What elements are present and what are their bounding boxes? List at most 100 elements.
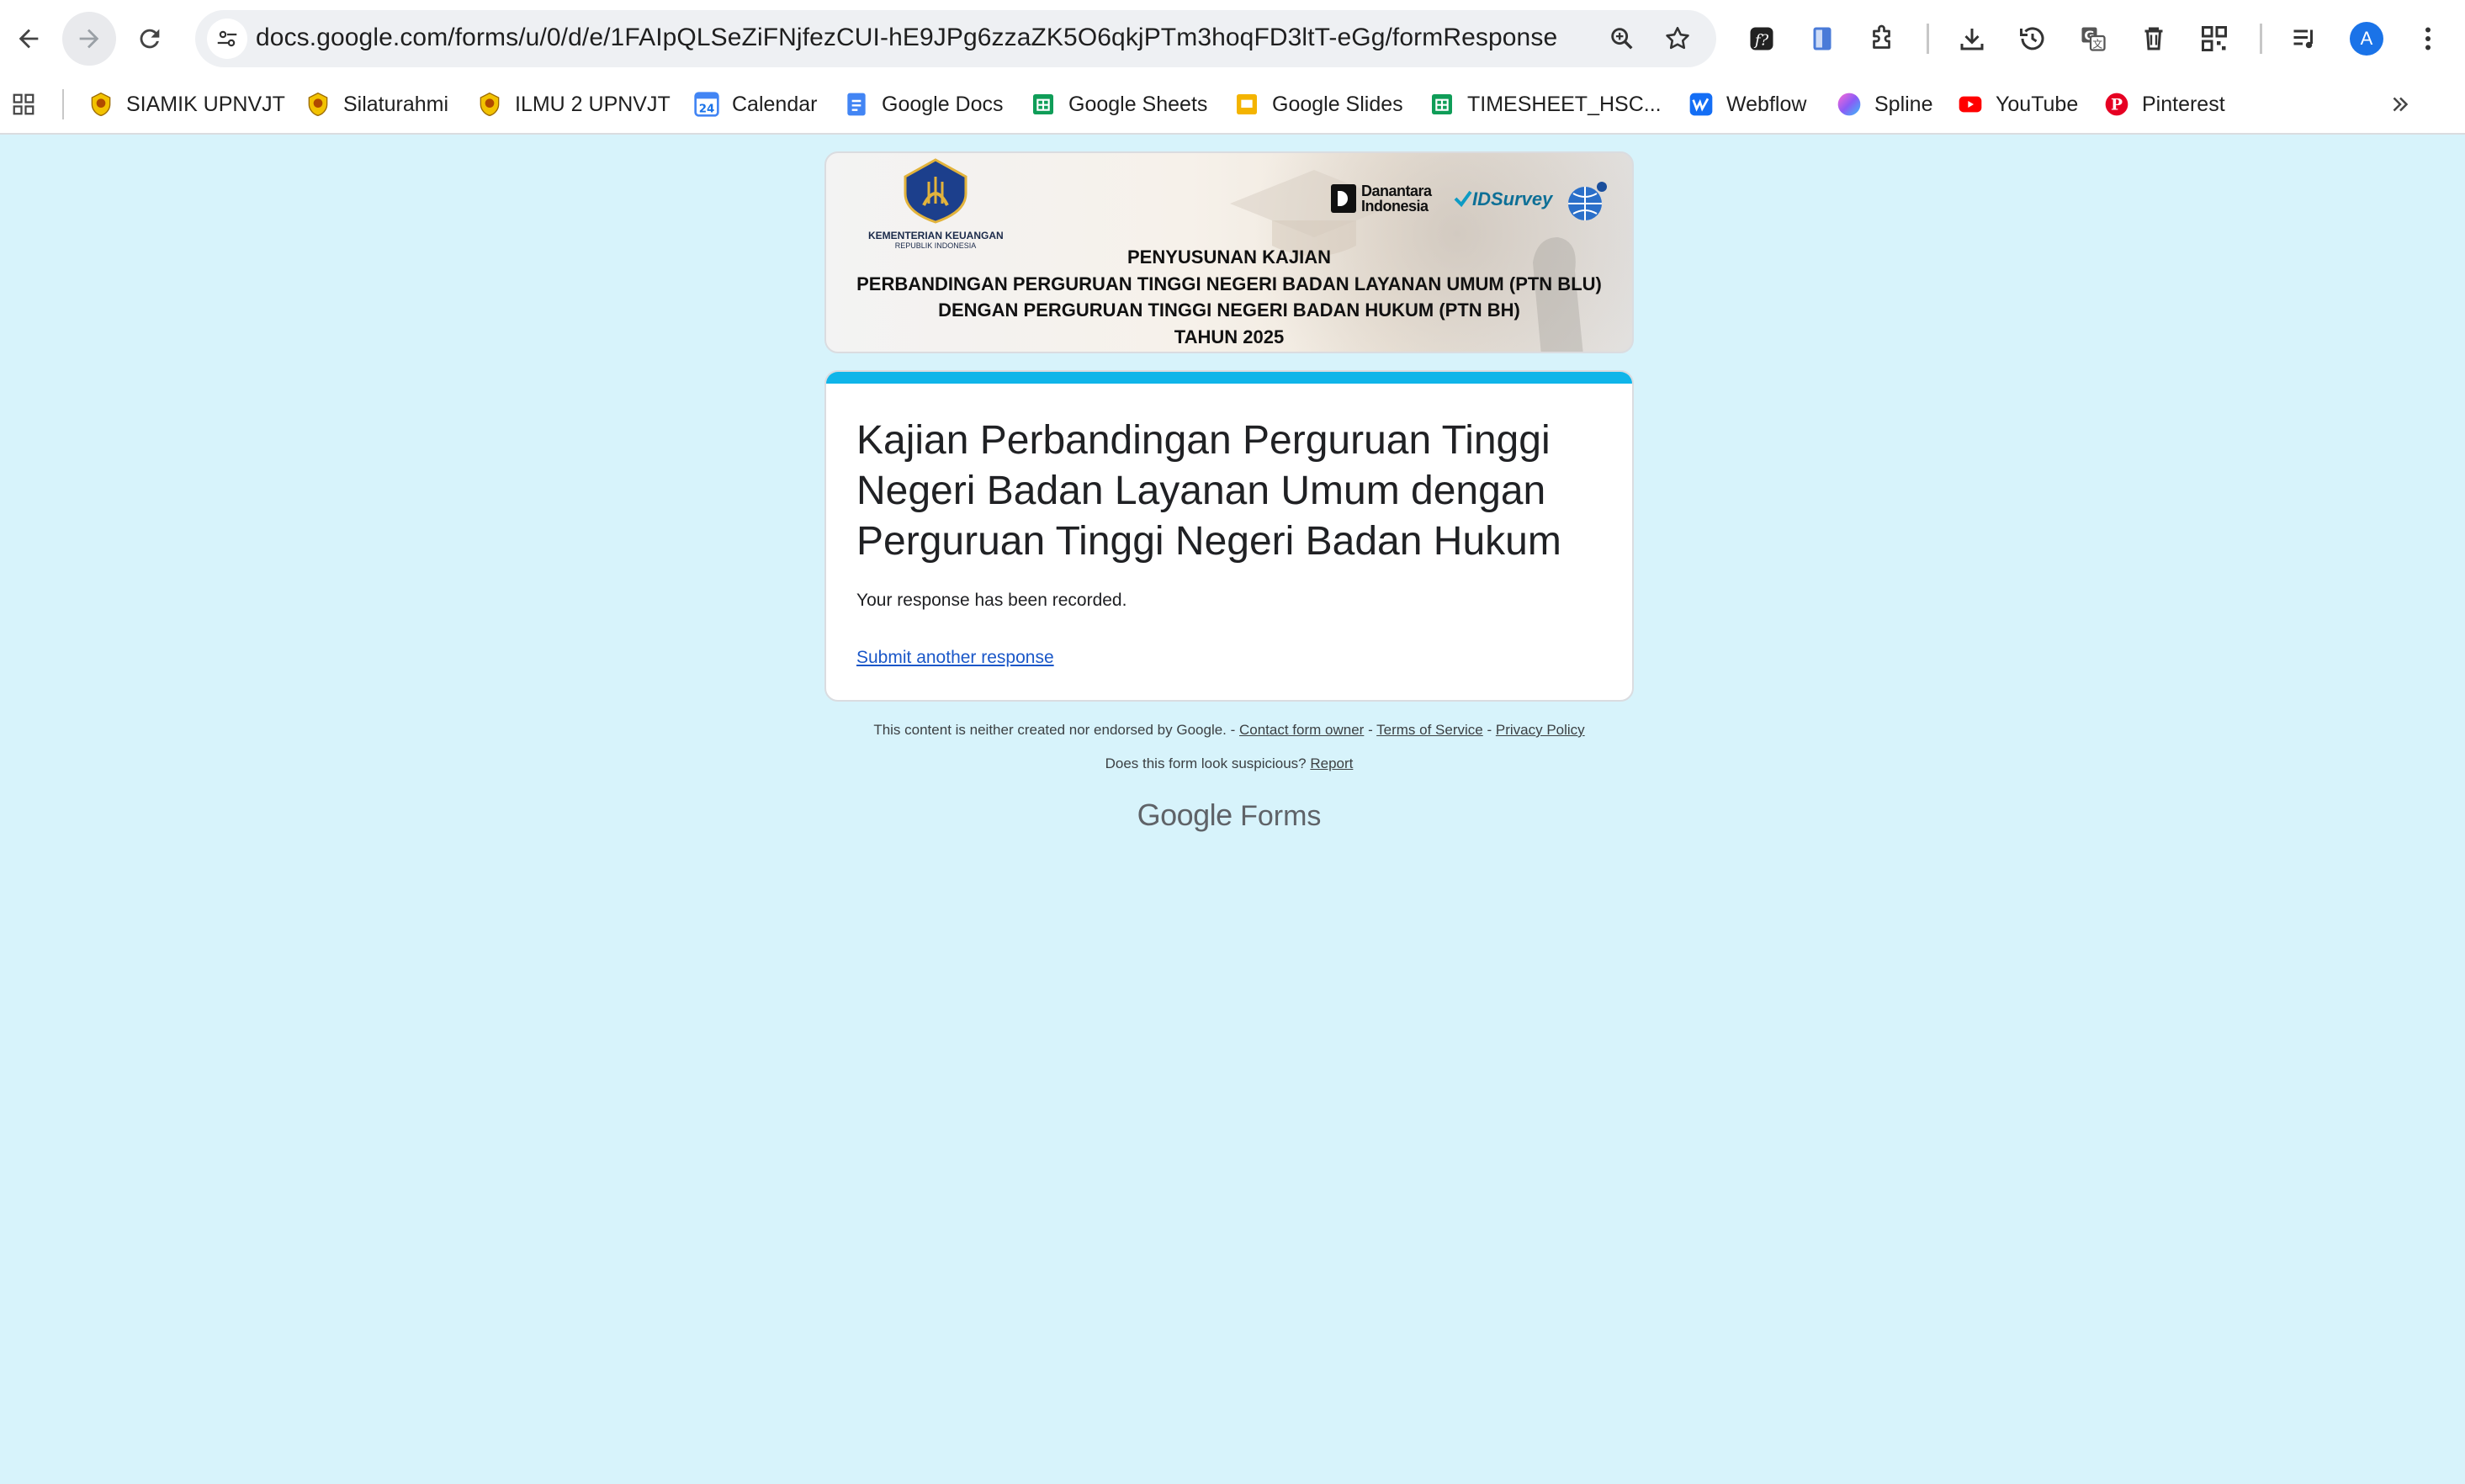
arrow-left-icon [19, 29, 39, 49]
bookmark-timesheet[interactable]: TIMESHEET_HSC... [1429, 84, 1662, 125]
bookmark-google-docs[interactable]: Google Docs [843, 84, 1004, 125]
translate-button[interactable]: G文 [2073, 19, 2113, 59]
banner-line: DENGAN PERGURUAN TINGGI NEGERI BADAN HUK… [938, 299, 1520, 321]
site-info-button[interactable] [207, 19, 247, 59]
banner-line: PERBANDINGAN PERGURUAN TINGGI NEGERI BAD… [856, 273, 1602, 294]
bookmark-label: TIMESHEET_HSC... [1467, 92, 1662, 116]
google-wordmark: Google [1137, 798, 1233, 832]
spline-icon [1836, 91, 1863, 118]
banner-heading: PENYUSUNAN KAJIAN PERBANDINGAN PERGURUAN… [824, 244, 1634, 350]
toolbar-divider [2260, 24, 2262, 54]
form-title: Kajian Perbandingan Perguruan Tinggi Neg… [856, 418, 1561, 564]
footer-separator: - [1482, 722, 1496, 738]
device-extension-button[interactable] [1802, 19, 1842, 59]
download-icon [1960, 29, 1984, 50]
bookmark-calendar[interactable]: 24 Calendar [693, 84, 817, 125]
address-bar[interactable]: docs.google.com/forms/u/0/d/e/1FAIpQLSeZ… [195, 10, 1716, 67]
bookmark-spline[interactable]: Spline [1836, 84, 1933, 125]
bookmark-star-button[interactable] [1661, 22, 1694, 56]
qr-code-button[interactable] [2194, 19, 2234, 59]
arrow-right-icon [79, 29, 99, 49]
back-button[interactable] [2, 12, 56, 66]
bookmark-label: Webflow [1726, 92, 1807, 116]
browser-menu-button[interactable] [2408, 19, 2448, 59]
bookmarks-bar: SIAMIK UPNVJT Silaturahmi ILMU 2 UPNVJT … [0, 77, 2465, 135]
bookmark-label: YouTube [1996, 92, 2079, 116]
svg-text:f?: f? [1753, 32, 1769, 50]
danantara-line1: Danantara [1361, 183, 1432, 199]
upn-logo-icon [87, 91, 114, 118]
downloads-button[interactable] [1952, 19, 1992, 59]
confirmation-message: Your response has been recorded. [856, 591, 1127, 610]
report-link[interactable]: Report [1310, 755, 1353, 771]
banner-line: TAHUN 2025 [1174, 326, 1285, 347]
bookmark-youtube[interactable]: YouTube [1957, 84, 2078, 125]
qr-code-icon [2202, 26, 2227, 51]
profile-avatar[interactable]: A [2350, 22, 2383, 56]
phone-extension-icon [1813, 27, 1832, 50]
upn-logo-icon [305, 91, 331, 118]
bookmark-ilmu2[interactable]: ILMU 2 UPNVJT [476, 84, 671, 125]
browser-toolbar: docs.google.com/forms/u/0/d/e/1FAIpQLSeZ… [0, 0, 2465, 77]
reload-icon [140, 29, 160, 49]
submit-another-response-link[interactable]: Submit another response [856, 648, 1054, 668]
playlist-icon [2293, 29, 2313, 49]
translate-icon: G文 [2081, 27, 2106, 51]
footer-report: Does this form look suspicious? Report [824, 755, 1634, 772]
org-name: KEMENTERIAN KEUANGAN [868, 230, 1004, 241]
zoom-button[interactable] [1605, 22, 1639, 56]
bookmark-label: SIAMIK UPNVJT [126, 92, 285, 116]
danantara-logo: Danantara Indonesia [1331, 183, 1432, 214]
more-vert-icon [2425, 27, 2431, 50]
forms-wordmark: Forms [1240, 800, 1322, 832]
apps-button[interactable] [10, 84, 49, 125]
webflow-icon [1688, 91, 1715, 118]
bookmark-google-slides[interactable]: Google Slides [1233, 84, 1403, 125]
history-icon [2020, 27, 2044, 50]
bookmark-label: Google Docs [882, 92, 1004, 116]
suspicious-text: Does this form look suspicious? [1105, 755, 1311, 771]
delete-extension-button[interactable] [2134, 19, 2174, 59]
danantara-line2: Indonesia [1361, 198, 1429, 215]
bookmark-label: Pinterest [2142, 92, 2225, 116]
reload-button[interactable] [123, 12, 177, 66]
bookmark-pinterest[interactable]: P Pinterest [2103, 84, 2225, 125]
slides-icon [1233, 91, 1260, 118]
calendar-icon: 24 [693, 91, 720, 118]
bookmark-label: Google Sheets [1068, 92, 1208, 116]
toolbar-divider [1927, 24, 1929, 54]
more-bookmarks-button[interactable] [2388, 84, 2413, 125]
extensions-button[interactable] [1863, 19, 1903, 59]
banner-line: PENYUSUNAN KAJIAN [1126, 246, 1332, 268]
upn-logo-icon [476, 91, 503, 118]
bookmark-silaturahmi[interactable]: Silaturahmi [305, 84, 448, 125]
sheets-icon [1030, 91, 1057, 118]
puzzle-icon [1873, 24, 1890, 49]
history-button[interactable] [2012, 19, 2053, 59]
bookmark-webflow[interactable]: Webflow [1688, 84, 1806, 125]
apps-grid-icon [10, 91, 37, 118]
privacy-link[interactable]: Privacy Policy [1496, 722, 1585, 738]
bookmark-label: Spline [1874, 92, 1933, 116]
response-card: Kajian Perbandingan Perguruan Tinggi Neg… [824, 370, 1634, 702]
bookmark-label: Calendar [732, 92, 818, 116]
bookmark-label: Google Slides [1272, 92, 1403, 116]
media-control-button[interactable] [2285, 19, 2325, 59]
bookmark-google-sheets[interactable]: Google Sheets [1030, 84, 1207, 125]
idsurvey-text: IDSurvey [1472, 188, 1553, 209]
contact-owner-link[interactable]: Contact form owner [1239, 722, 1364, 738]
svg-text:P: P [2111, 96, 2123, 114]
bookmark-label: Silaturahmi [343, 92, 449, 116]
fontscribe-extension-button[interactable]: f? [1741, 19, 1782, 59]
terms-link[interactable]: Terms of Service [1376, 722, 1483, 738]
kemenkeu-logo: KEMENTERIAN KEUANGAN REPUBLIK INDONESIA [868, 156, 1004, 250]
footer-disclaimer: This content is neither created nor endo… [824, 722, 1634, 739]
globe-logo-icon [1568, 182, 1607, 220]
forward-button[interactable] [62, 12, 116, 66]
svg-text:24: 24 [699, 103, 715, 115]
bookmark-siamik[interactable]: SIAMIK UPNVJT [87, 84, 285, 125]
danantara-mark-icon [1331, 184, 1356, 213]
pinterest-icon: P [2103, 91, 2130, 118]
url-text[interactable]: docs.google.com/forms/u/0/d/e/1FAIpQLSeZ… [256, 24, 1557, 52]
google-forms-logo[interactable]: Google Forms [824, 798, 1634, 833]
